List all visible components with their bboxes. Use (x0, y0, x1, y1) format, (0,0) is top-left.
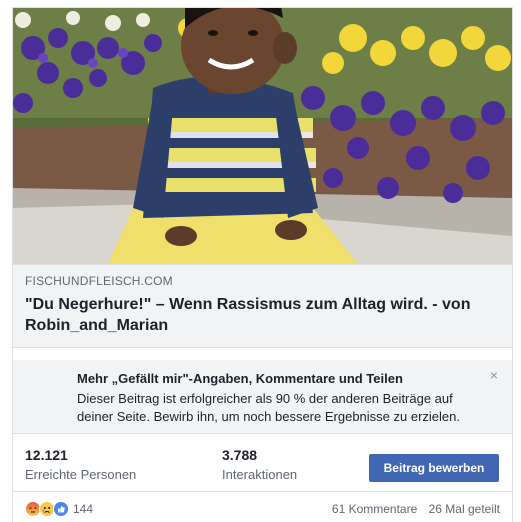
link-preview-image[interactable] (13, 8, 512, 264)
reactions-summary[interactable]: 144 (25, 500, 93, 518)
notice-title: Mehr „Gefällt mir"-Angaben, Kommentare u… (77, 371, 403, 386)
comments-link[interactable]: 61 Kommentare (332, 502, 417, 516)
interactions-label: Interaktionen (222, 467, 298, 482)
engagement-summary: 61 Kommentare 26 Mal geteilt (332, 502, 500, 516)
link-domain: FISCHUNDFLEISCH.COM (25, 274, 173, 288)
photo-illustration (13, 8, 512, 264)
interactions-stat: 3.788 Interaktionen (222, 446, 297, 484)
notice-text: Dieser Beitrag ist erfolgreicher als 90 … (77, 391, 460, 424)
interactions-value: 3.788 (222, 447, 258, 463)
post-card: FISCHUNDFLEISCH.COM "Du Negerhure!" – We… (12, 7, 513, 522)
boost-notice: Mehr „Gefällt mir"-Angaben, Kommentare u… (13, 360, 512, 434)
reach-label: Erreichte Personen (25, 467, 137, 482)
like-icon (53, 501, 69, 517)
boost-post-button[interactable]: Beitrag bewerben (369, 454, 499, 482)
post-footer: 144 61 Kommentare 26 Mal geteilt (13, 496, 512, 522)
close-icon[interactable]: × (490, 368, 498, 382)
reach-stat: 12.121 Erreichte Personen (25, 446, 136, 484)
shares-link[interactable]: 26 Mal geteilt (429, 502, 500, 516)
link-headline[interactable]: "Du Negerhure!" – Wenn Rassismus zum All… (25, 294, 500, 336)
link-meta[interactable]: FISCHUNDFLEISCH.COM "Du Negerhure!" – We… (13, 264, 512, 348)
reach-value: 12.121 (25, 447, 68, 463)
reaction-count: 144 (73, 502, 94, 516)
post-stats: 12.121 Erreichte Personen 3.788 Interakt… (13, 440, 512, 492)
